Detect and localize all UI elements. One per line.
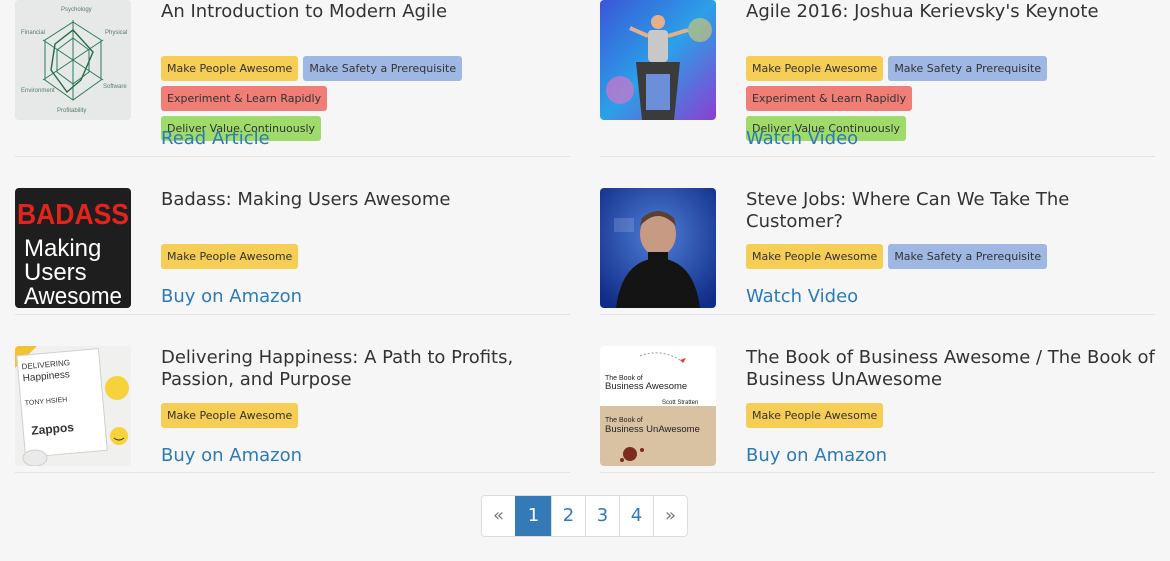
thumb-label: Physical: [105, 30, 127, 36]
delivering-happiness-book-cover: DELIVERING Happiness TONY HSIEH Zappos: [15, 346, 131, 466]
resource-card: DELIVERING Happiness TONY HSIEH Zappos D…: [15, 316, 570, 473]
resource-card: The Book of Business Awesome Scott Strat…: [600, 316, 1155, 473]
card-title[interactable]: Badass: Making Users Awesome: [161, 189, 570, 211]
read-article-link[interactable]: Read Article: [161, 128, 270, 150]
cover-subtitle: Making: [24, 235, 101, 262]
cover-text: Scott Stratten: [662, 400, 698, 406]
pagination-page-1[interactable]: 1: [515, 496, 551, 536]
card-thumbnail[interactable]: The Book of Business Awesome Scott Strat…: [600, 346, 716, 466]
card-title[interactable]: An Introduction to Modern Agile: [161, 1, 570, 23]
tag-make-safety-a-prerequisite[interactable]: Make Safety a Prerequisite: [888, 56, 1048, 81]
tag-make-people-awesome[interactable]: Make People Awesome: [161, 403, 299, 428]
tag-make-people-awesome[interactable]: Make People Awesome: [161, 244, 299, 269]
tag-make-people-awesome[interactable]: Make People Awesome: [161, 56, 299, 81]
card-thumbnail[interactable]: DELIVERING Happiness TONY HSIEH Zappos: [15, 346, 131, 466]
tag-list: Make People Awesome: [161, 244, 490, 269]
cover-subtitle: Users: [24, 259, 87, 286]
card-thumbnail[interactable]: [600, 0, 716, 120]
tag-make-safety-a-prerequisite[interactable]: Make Safety a Prerequisite: [888, 244, 1048, 269]
cover-title: BADASS: [17, 199, 129, 231]
watch-video-link[interactable]: Watch Video: [746, 286, 858, 308]
resource-card: Psychology Physical Financial Software E…: [15, 0, 570, 157]
watch-video-link[interactable]: Watch Video: [746, 128, 858, 150]
thumb-label: Environment: [21, 88, 55, 94]
pagination: « 1 2 3 4 »: [481, 495, 688, 537]
steve-jobs-video-image: [600, 188, 716, 308]
keynote-video-image: [600, 0, 716, 120]
pagination-next-button[interactable]: »: [653, 496, 687, 536]
tag-experiment-learn-rapidly[interactable]: Experiment & Learn Rapidly: [746, 86, 913, 111]
pagination-page-3[interactable]: 3: [585, 496, 619, 536]
thumb-label: Profitability: [57, 108, 86, 114]
resource-card: BADASS Making Users Awesome Badass: Maki…: [15, 158, 570, 315]
cover-text: Business Awesome: [605, 381, 687, 392]
buy-on-amazon-link[interactable]: Buy on Amazon: [161, 286, 302, 308]
tag-make-people-awesome[interactable]: Make People Awesome: [746, 56, 884, 81]
tag-make-people-awesome[interactable]: Make People Awesome: [746, 244, 884, 269]
tag-list: Make People Awesome: [746, 403, 1075, 428]
tag-make-people-awesome[interactable]: Make People Awesome: [746, 403, 884, 428]
buy-on-amazon-link[interactable]: Buy on Amazon: [161, 445, 302, 467]
pagination-page-2[interactable]: 2: [551, 496, 585, 536]
thumb-label: Financial: [21, 30, 45, 36]
thumb-label: Psychology: [61, 7, 92, 13]
cover-text: The Book of: [605, 417, 643, 424]
pagination-prev-button[interactable]: «: [482, 496, 515, 536]
card-title[interactable]: The Book of Business Awesome / The Book …: [746, 347, 1155, 391]
resource-card: Agile 2016: Joshua Kerievsky's Keynote M…: [600, 0, 1155, 157]
business-awesome-book-cover: The Book of Business Awesome Scott Strat…: [600, 346, 716, 466]
tag-experiment-learn-rapidly[interactable]: Experiment & Learn Rapidly: [161, 86, 328, 111]
cover-text: Business UnAwesome: [605, 424, 700, 435]
card-title[interactable]: Steve Jobs: Where Can We Take The Custom…: [746, 189, 1155, 233]
badass-book-cover: BADASS Making Users Awesome: [15, 188, 131, 308]
card-thumbnail[interactable]: Psychology Physical Financial Software E…: [15, 0, 131, 120]
pagination-page-4[interactable]: 4: [619, 496, 653, 536]
cover-subtitle: Awesome: [24, 283, 122, 308]
card-thumbnail[interactable]: [600, 188, 716, 308]
thumb-label: Software: [103, 84, 127, 90]
tag-list: Make People Awesome: [161, 403, 490, 428]
spider-diagram-image: Psychology Physical Financial Software E…: [15, 0, 131, 120]
tag-make-safety-a-prerequisite[interactable]: Make Safety a Prerequisite: [303, 56, 463, 81]
tag-list: Make People Awesome Make Safety a Prereq…: [746, 244, 1075, 269]
card-title[interactable]: Agile 2016: Joshua Kerievsky's Keynote: [746, 1, 1155, 23]
card-title[interactable]: Delivering Happiness: A Path to Profits,…: [161, 347, 570, 391]
resource-card: Steve Jobs: Where Can We Take The Custom…: [600, 158, 1155, 315]
buy-on-amazon-link[interactable]: Buy on Amazon: [746, 445, 887, 467]
card-thumbnail[interactable]: BADASS Making Users Awesome: [15, 188, 131, 308]
